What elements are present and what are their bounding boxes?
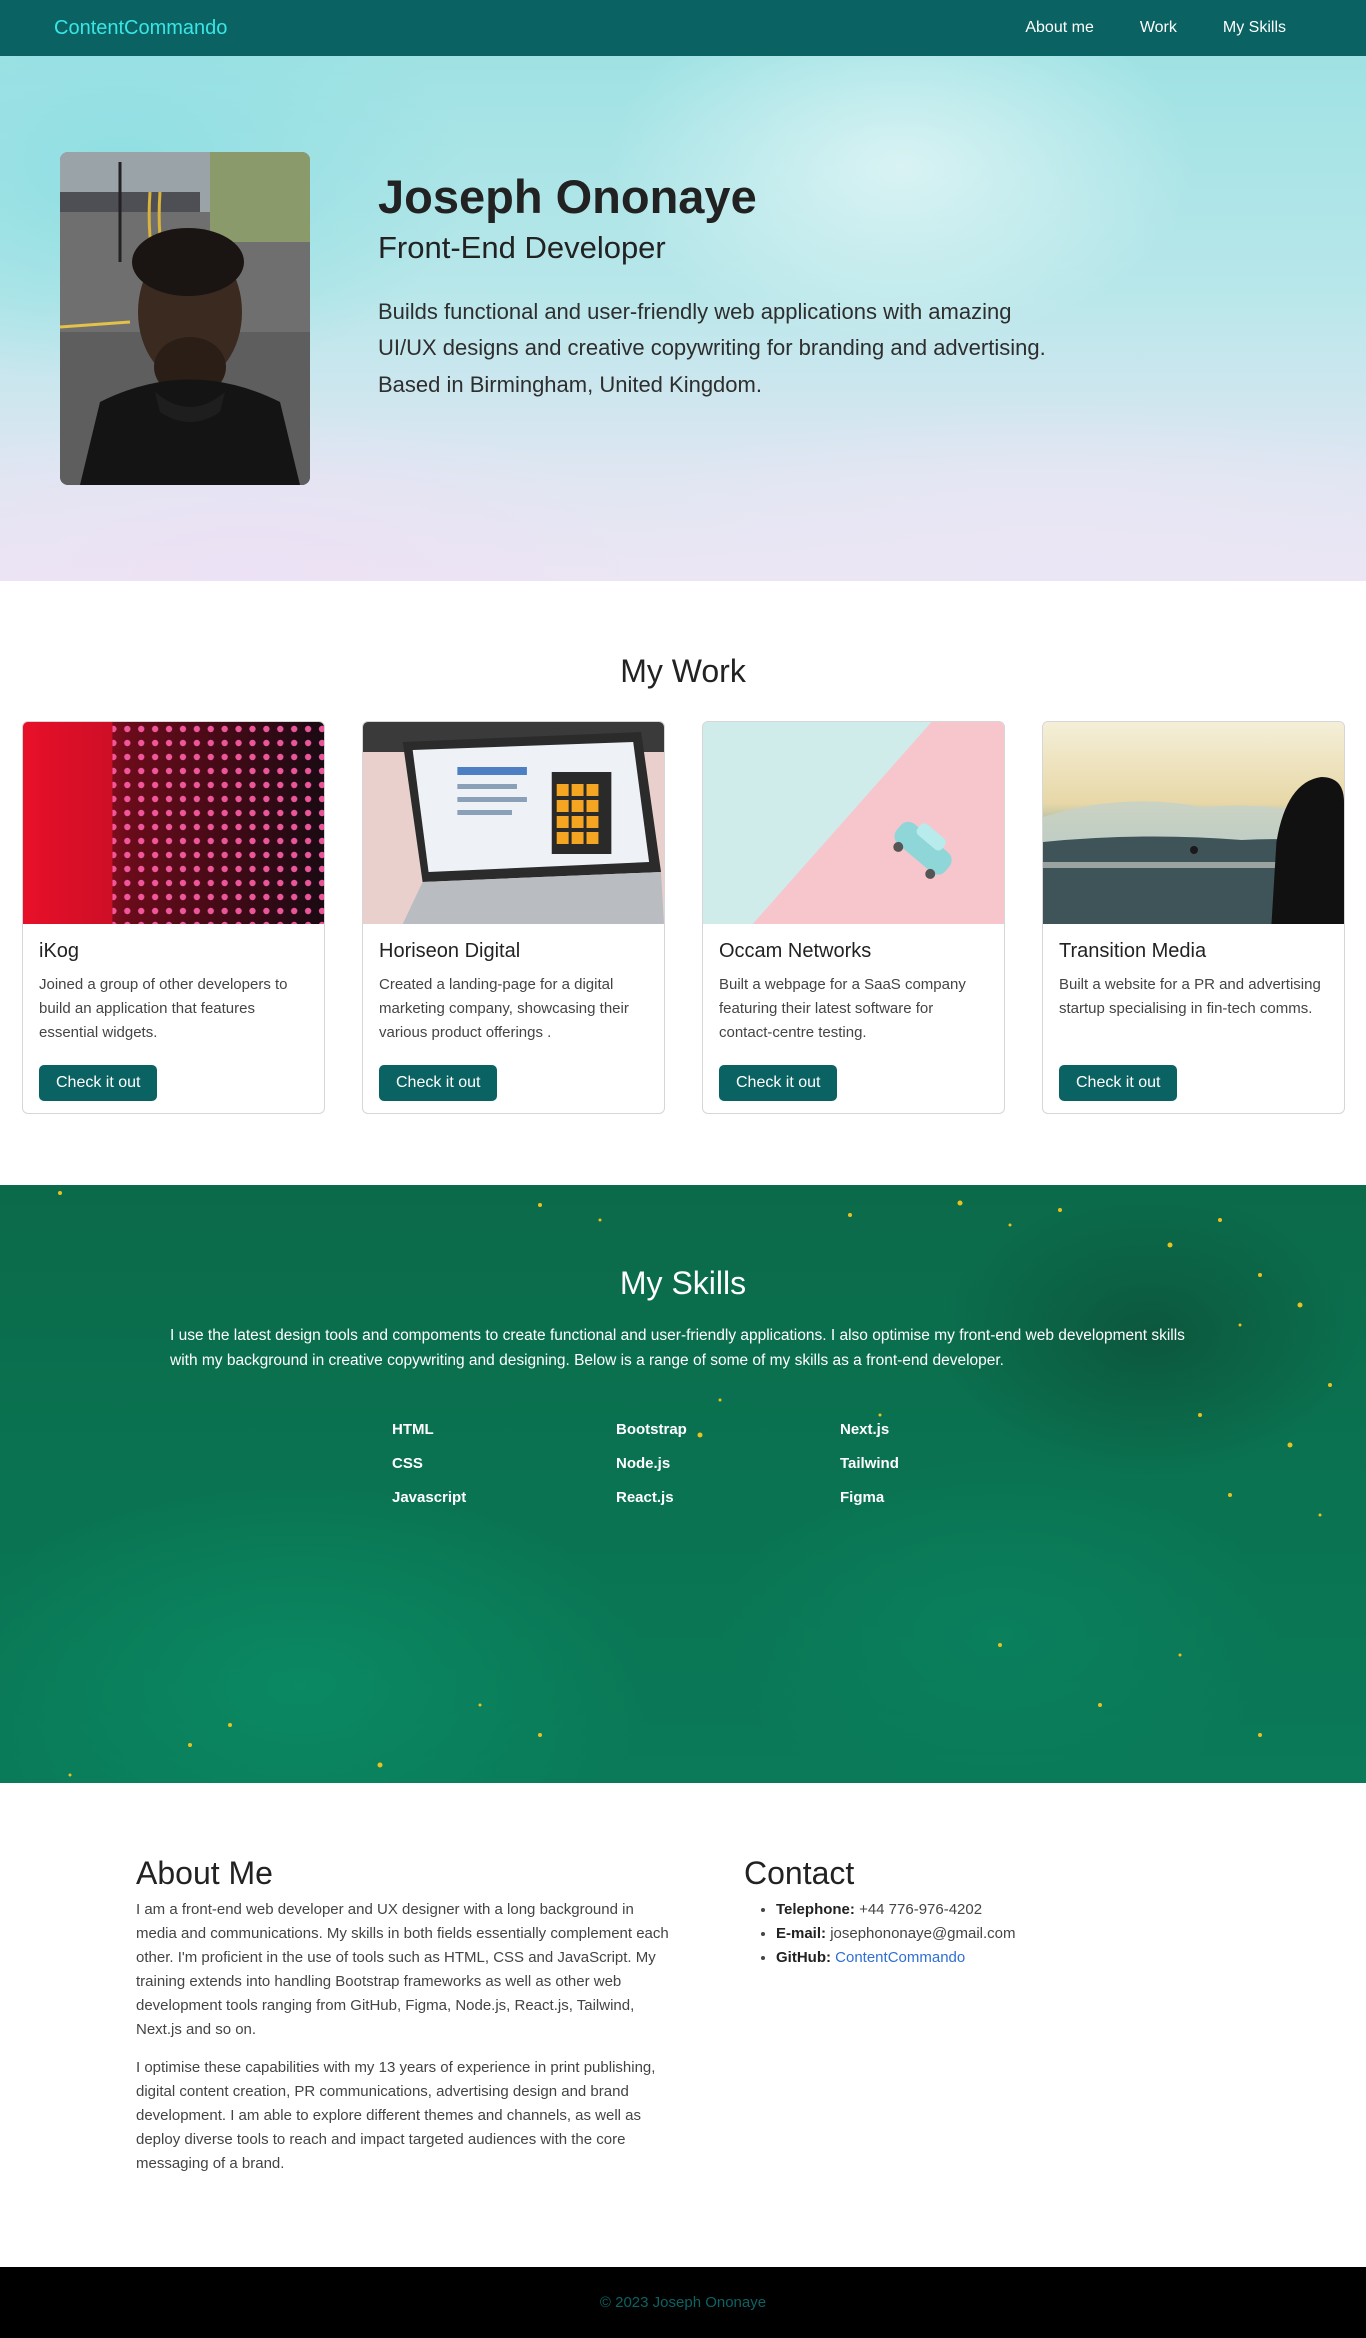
hero-description: Builds functional and user-friendly web …: [378, 299, 1046, 397]
card-text: Joined a group of other developers to bu…: [39, 976, 288, 1041]
footer: © 2023 Joseph Ononaye: [0, 2267, 1366, 2338]
card-title: Occam Networks: [719, 940, 872, 962]
skill-item: Javascript: [392, 1488, 467, 1506]
hero-text: Joseph Ononaye Front-End Developer Build…: [378, 152, 1058, 485]
skill-item: Figma: [840, 1488, 885, 1506]
github-label: GitHub:: [776, 1949, 831, 1966]
skill-item: React.js: [616, 1488, 674, 1506]
skill-item: Tailwind: [840, 1454, 899, 1472]
contact-block: Contact Telephone: +44 776-976-4202 E-ma…: [744, 1855, 1144, 1970]
card-body: iKog Joined a group of other developers …: [23, 924, 324, 1101]
skill-item: CSS: [392, 1454, 423, 1472]
skills-grid: HTML Bootstrap Next.js CSS Node.js Tailw…: [392, 1420, 1366, 1507]
telephone-value: +44 776-976-4202: [859, 1901, 983, 1918]
work-section: My Work iKog Joined a group of other dev…: [0, 581, 1366, 1185]
about-paragraph: I am a front-end web developer and UX de…: [136, 1901, 669, 2038]
telephone-label: Telephone:: [776, 1901, 855, 1918]
check-it-out-button[interactable]: Check it out: [719, 1065, 838, 1101]
footer-copyright: © 2023 Joseph Ononaye: [599, 2294, 767, 2311]
skills-section: My Skills I use the latest design tools …: [0, 1185, 1366, 1783]
card-image-surfer-wave: [1043, 722, 1344, 924]
work-card-transition: Transition Media Built a website for a P…: [1042, 721, 1345, 1114]
skill-item: Next.js: [840, 1420, 890, 1438]
nav-link-about[interactable]: About me: [1025, 19, 1093, 37]
card-body: Transition Media Built a website for a P…: [1043, 924, 1344, 1101]
work-card-ikog: iKog Joined a group of other developers …: [22, 721, 325, 1114]
email-value: josephononaye@gmail.com: [830, 1925, 1016, 1942]
about-contact-section: About Me I am a front-end web developer …: [0, 1783, 1366, 2267]
skills-title: My Skills: [619, 1265, 747, 1301]
contact-email: E-mail: josephononaye@gmail.com: [776, 1922, 1144, 1946]
skill-item: Node.js: [616, 1454, 671, 1472]
hero-name: Joseph Ononaye: [378, 170, 757, 223]
nav-link-skills[interactable]: My Skills: [1223, 19, 1286, 37]
card-image-toy-car: [703, 722, 1004, 924]
skill-item: Bootstrap: [616, 1420, 687, 1438]
work-cards: iKog Joined a group of other developers …: [22, 721, 1345, 1114]
card-text: Built a website for a PR and advertising…: [1059, 976, 1321, 1017]
skill-item: HTML: [392, 1420, 434, 1438]
hero-role: Front-End Developer: [378, 230, 666, 266]
hero-section: Joseph Ononaye Front-End Developer Build…: [0, 56, 1366, 581]
skills-intro: I use the latest design tools and compom…: [170, 1327, 1185, 1369]
about-block: About Me I am a front-end web developer …: [136, 1855, 676, 2190]
nav-link-work[interactable]: Work: [1140, 19, 1177, 37]
card-text: Created a landing-page for a digital mar…: [379, 976, 629, 1041]
card-body: Horiseon Digital Created a landing-page …: [363, 924, 664, 1101]
card-title: Transition Media: [1059, 940, 1207, 962]
about-title: About Me: [136, 1855, 273, 1891]
work-card-horiseon: Horiseon Digital Created a landing-page …: [362, 721, 665, 1114]
card-image-led-wall: [23, 722, 324, 924]
brand-logo-link[interactable]: ContentCommando: [54, 17, 227, 40]
card-title: Horiseon Digital: [379, 940, 521, 962]
check-it-out-button[interactable]: Check it out: [379, 1065, 498, 1101]
work-title: My Work: [620, 653, 746, 689]
contact-github: GitHub: ContentCommando: [776, 1946, 1144, 1970]
card-image-laptop-calculator: [363, 722, 664, 924]
contact-title: Contact: [744, 1855, 855, 1891]
about-paragraph: I optimise these capabilities with my 13…: [136, 2059, 656, 2172]
profile-photo: [60, 152, 310, 485]
check-it-out-button[interactable]: Check it out: [1059, 1065, 1178, 1101]
email-label: E-mail:: [776, 1925, 827, 1942]
contact-list: Telephone: +44 776-976-4202 E-mail: jose…: [744, 1898, 1144, 1970]
github-link[interactable]: ContentCommando: [835, 1949, 965, 1966]
card-text: Built a webpage for a SaaS company featu…: [719, 976, 966, 1041]
card-title: iKog: [39, 940, 80, 962]
nav-links: About me Work My Skills: [1025, 19, 1286, 37]
contact-telephone: Telephone: +44 776-976-4202: [776, 1898, 1144, 1922]
navbar: ContentCommando About me Work My Skills: [0, 0, 1366, 56]
hero-content: Joseph Ononaye Front-End Developer Build…: [60, 152, 1058, 485]
card-body: Occam Networks Built a webpage for a Saa…: [703, 924, 1004, 1101]
check-it-out-button[interactable]: Check it out: [39, 1065, 158, 1101]
work-card-occam: Occam Networks Built a webpage for a Saa…: [702, 721, 1005, 1114]
